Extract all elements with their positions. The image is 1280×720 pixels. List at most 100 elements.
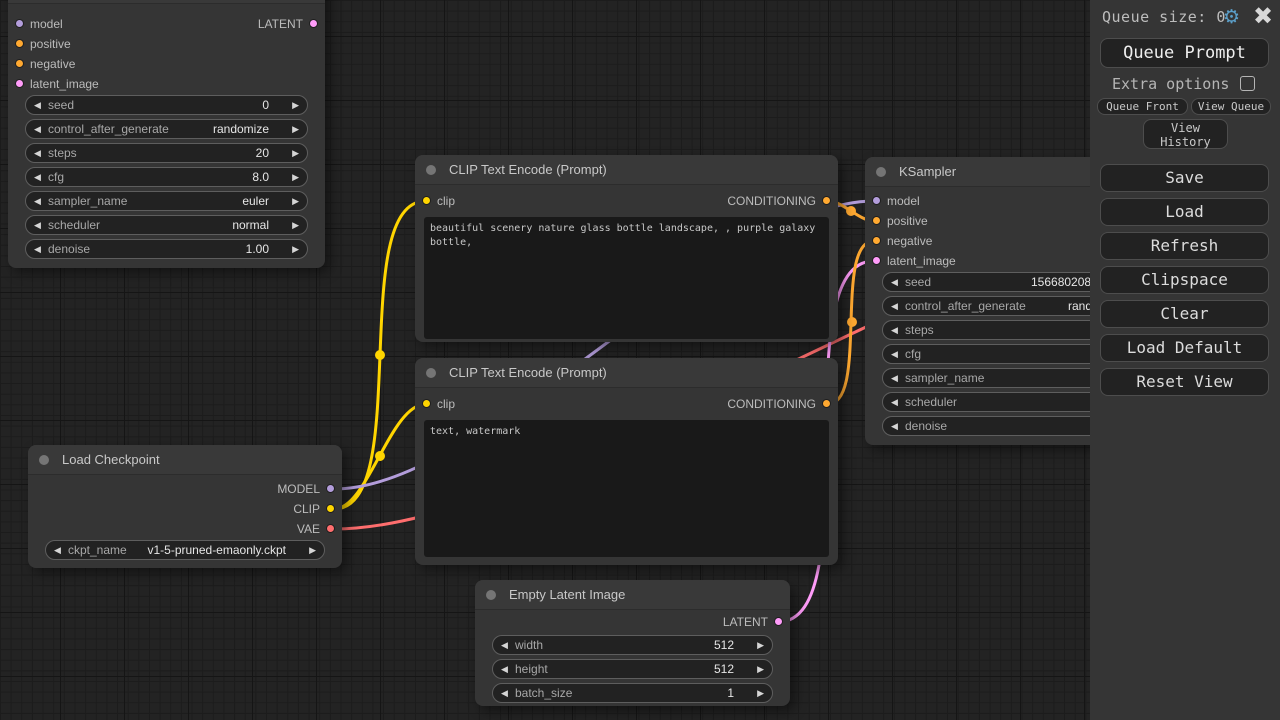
node-title-bar[interactable]: CLIP Text Encode (Prompt) [415, 358, 838, 388]
output-latent[interactable]: LATENT [8, 14, 325, 34]
latent-port-icon[interactable] [15, 79, 24, 88]
decrement-arrow-icon[interactable]: ◀ [34, 144, 41, 162]
node-collapse-dot[interactable] [426, 368, 436, 378]
increment-arrow-icon[interactable]: ▶ [292, 216, 299, 234]
clear-button[interactable]: Clear [1100, 300, 1269, 328]
output-conditioning[interactable]: CONDITIONING [415, 191, 838, 211]
conditioning-port-icon[interactable] [872, 236, 881, 245]
prompt-textarea[interactable]: text, watermark [424, 420, 829, 557]
comfy-menu-panel: Queue size: 0 ⚙ ✖ Queue Prompt Extra opt… [1090, 0, 1280, 720]
view-queue-button[interactable]: View Queue [1191, 98, 1271, 115]
wire-clip-to-negative-prompt [334, 404, 426, 509]
decrement-arrow-icon[interactable]: ◀ [34, 120, 41, 138]
refresh-button[interactable]: Refresh [1100, 232, 1269, 260]
increment-arrow-icon[interactable]: ▶ [292, 192, 299, 210]
node-title: KSampler [899, 164, 956, 179]
latent-port-icon[interactable] [309, 19, 318, 28]
decrement-arrow-icon[interactable]: ◀ [891, 393, 898, 411]
input-latent-image[interactable]: latent_image [8, 74, 325, 94]
output-conditioning[interactable]: CONDITIONING [415, 394, 838, 414]
queue-size-label: Queue size: 0 [1102, 8, 1226, 26]
node-title-bar[interactable]: Load Checkpoint [28, 445, 342, 475]
increment-arrow-icon[interactable]: ▶ [757, 636, 764, 654]
prev-arrow-icon[interactable]: ◀ [54, 541, 61, 559]
clip-port-icon[interactable] [326, 504, 335, 513]
wire-clip-to-positive-prompt [334, 201, 426, 509]
increment-arrow-icon[interactable]: ▶ [292, 240, 299, 258]
node-title-bar[interactable]: Empty Latent Image [475, 580, 790, 610]
next-arrow-icon[interactable]: ▶ [309, 541, 316, 559]
link-midpoint-dot [375, 451, 385, 461]
conditioning-port-icon[interactable] [15, 59, 24, 68]
vae-port-icon[interactable] [326, 524, 335, 533]
widget-control-after-generate[interactable]: ◀control_after_generaterandomize▶ [25, 119, 308, 139]
decrement-arrow-icon[interactable]: ◀ [34, 216, 41, 234]
latent-port-icon[interactable] [872, 256, 881, 265]
decrement-arrow-icon[interactable]: ◀ [34, 96, 41, 114]
queue-prompt-button[interactable]: Queue Prompt [1100, 38, 1269, 68]
decrement-arrow-icon[interactable]: ◀ [501, 660, 508, 678]
decrement-arrow-icon[interactable]: ◀ [891, 273, 898, 291]
conditioning-port-icon[interactable] [15, 39, 24, 48]
decrement-arrow-icon[interactable]: ◀ [891, 297, 898, 315]
reset-view-button[interactable]: Reset View [1100, 368, 1269, 396]
decrement-arrow-icon[interactable]: ◀ [34, 192, 41, 210]
node-collapse-dot[interactable] [39, 455, 49, 465]
clipspace-button[interactable]: Clipspace [1100, 266, 1269, 294]
node-clip-text-encode-positive: CLIP Text Encode (Prompt) clip CONDITION… [415, 155, 838, 342]
node-title: CLIP Text Encode (Prompt) [449, 162, 607, 177]
node-graph-canvas[interactable]: KSampler model LATENT positive negative … [0, 0, 1280, 720]
increment-arrow-icon[interactable]: ▶ [292, 96, 299, 114]
save-button[interactable]: Save [1100, 164, 1269, 192]
decrement-arrow-icon[interactable]: ◀ [501, 684, 508, 702]
input-positive[interactable]: positive [8, 34, 325, 54]
output-latent[interactable]: LATENT [475, 612, 790, 632]
input-negative[interactable]: negative [8, 54, 325, 74]
latent-port-icon[interactable] [774, 617, 783, 626]
node-collapse-dot[interactable] [486, 590, 496, 600]
model-port-icon[interactable] [326, 484, 335, 493]
widget-seed[interactable]: ◀seed0▶ [25, 95, 308, 115]
model-port-icon[interactable] [872, 196, 881, 205]
widget-scheduler[interactable]: ◀schedulernormal▶ [25, 215, 308, 235]
widget-steps[interactable]: ◀steps20▶ [25, 143, 308, 163]
view-history-button[interactable]: View History [1143, 119, 1228, 149]
output-vae[interactable]: VAE [28, 519, 342, 539]
decrement-arrow-icon[interactable]: ◀ [34, 240, 41, 258]
conditioning-port-icon[interactable] [822, 196, 831, 205]
node-title: Empty Latent Image [509, 587, 625, 602]
extra-options-checkbox[interactable] [1240, 76, 1255, 91]
settings-gear-icon[interactable]: ⚙ [1223, 6, 1240, 28]
conditioning-port-icon[interactable] [822, 399, 831, 408]
output-clip[interactable]: CLIP [28, 499, 342, 519]
decrement-arrow-icon[interactable]: ◀ [34, 168, 41, 186]
decrement-arrow-icon[interactable]: ◀ [891, 369, 898, 387]
decrement-arrow-icon[interactable]: ◀ [891, 345, 898, 363]
node-collapse-dot[interactable] [876, 167, 886, 177]
decrement-arrow-icon[interactable]: ◀ [501, 636, 508, 654]
node-title-bar[interactable]: CLIP Text Encode (Prompt) [415, 155, 838, 185]
node-title-bar[interactable]: KSampler [8, 0, 325, 4]
increment-arrow-icon[interactable]: ▶ [757, 684, 764, 702]
conditioning-port-icon[interactable] [872, 216, 881, 225]
load-button[interactable]: Load [1100, 198, 1269, 226]
increment-arrow-icon[interactable]: ▶ [757, 660, 764, 678]
increment-arrow-icon[interactable]: ▶ [292, 168, 299, 186]
prompt-textarea[interactable]: beautiful scenery nature glass bottle la… [424, 217, 829, 339]
close-icon[interactable]: ✖ [1253, 4, 1273, 28]
widget-height[interactable]: ◀height512▶ [492, 659, 773, 679]
widget-sampler-name[interactable]: ◀sampler_nameeuler▶ [25, 191, 308, 211]
decrement-arrow-icon[interactable]: ◀ [891, 321, 898, 339]
widget-ckpt-name[interactable]: ◀ckpt_namev1-5-pruned-emaonly.ckpt▶ [45, 540, 325, 560]
decrement-arrow-icon[interactable]: ◀ [891, 417, 898, 435]
node-collapse-dot[interactable] [426, 165, 436, 175]
output-model[interactable]: MODEL [28, 479, 342, 499]
widget-width[interactable]: ◀width512▶ [492, 635, 773, 655]
widget-denoise[interactable]: ◀denoise1.00▶ [25, 239, 308, 259]
increment-arrow-icon[interactable]: ▶ [292, 144, 299, 162]
widget-batch-size[interactable]: ◀batch_size1▶ [492, 683, 773, 703]
widget-cfg[interactable]: ◀cfg8.0▶ [25, 167, 308, 187]
queue-front-button[interactable]: Queue Front [1097, 98, 1188, 115]
increment-arrow-icon[interactable]: ▶ [292, 120, 299, 138]
load-default-button[interactable]: Load Default [1100, 334, 1269, 362]
